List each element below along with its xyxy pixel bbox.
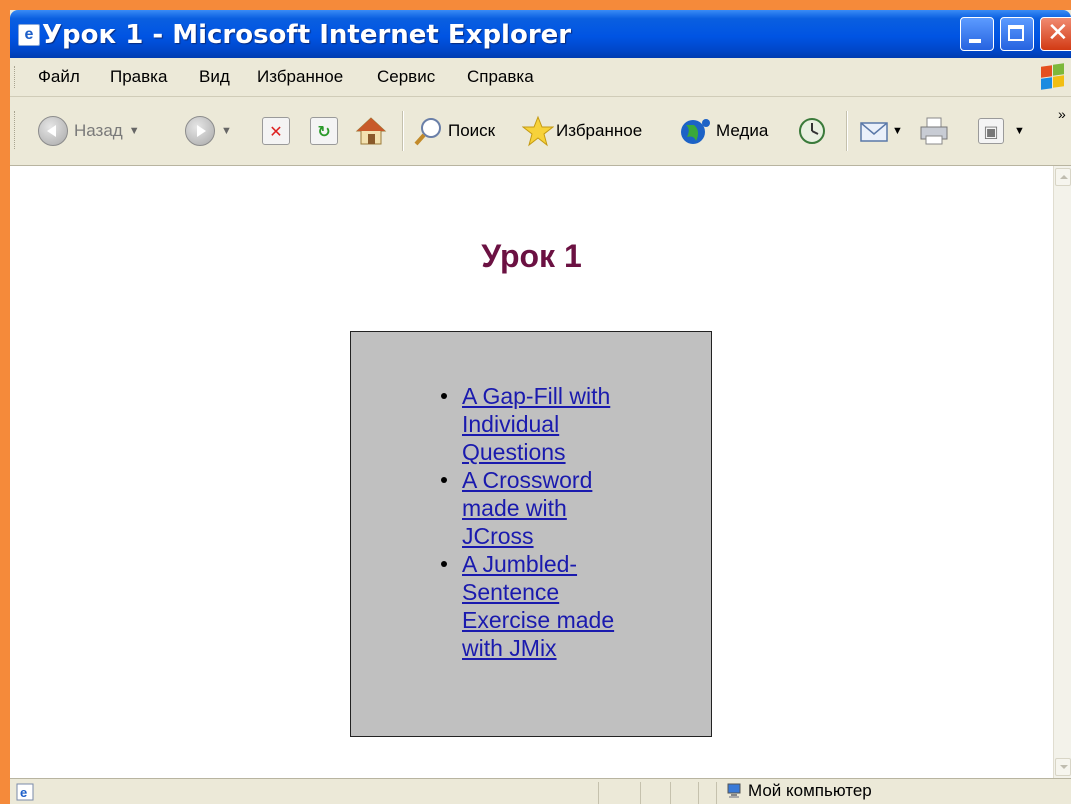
maximize-button[interactable] [1000,17,1034,51]
close-icon: ✕ [1047,18,1069,48]
forward-button[interactable]: ▼ [185,115,232,147]
back-dropdown-icon[interactable]: ▼ [129,125,140,137]
minimize-button[interactable] [960,17,994,51]
search-icon [414,118,441,146]
jumbled-sentence-link[interactable]: A Jumbled-Sentence Exercise made with JM… [462,550,634,662]
stop-button[interactable]: ✕ [262,115,290,147]
windows-logo-icon [1040,63,1066,90]
status-pane-divider [670,782,671,804]
back-arrow-icon [38,116,68,146]
history-button[interactable] [796,115,828,147]
menu-edit[interactable]: Правка [110,67,167,87]
my-computer-icon [727,783,741,798]
back-label: Назад [74,121,123,140]
browser-window: e Урок 1 - Microsoft Internet Explorer ✕… [10,10,1071,804]
search-label: Поиск [448,121,496,140]
standard-toolbar: Назад ▼ ▼ ✕ ↻ Поиск Избранное Медиа ▼ ▣ … [10,97,1071,166]
toolbar-overflow-button[interactable]: » [1058,105,1066,123]
list-item: A Crossword made with JCross [441,466,634,550]
print-button[interactable] [918,115,952,147]
menu-bar: Файл Правка Вид Избранное Сервис Справка [10,58,1071,97]
title-bar[interactable]: e Урок 1 - Microsoft Internet Explorer ✕ [10,10,1071,58]
security-zone: Мой компьютер [726,781,872,801]
home-icon [355,117,387,145]
home-button[interactable] [354,115,388,147]
list-item: A Gap-Fill with Individual Questions [441,382,634,466]
menu-grip [14,66,17,88]
status-bar: e Мой компьютер [10,778,1071,804]
exercise-link-box: A Gap-Fill with Individual Questions A C… [350,331,712,737]
close-button[interactable]: ✕ [1040,17,1071,51]
toolbar-grip [14,111,17,149]
scroll-down-button[interactable] [1055,758,1071,776]
mail-dropdown-icon[interactable]: ▼ [892,125,903,137]
exercise-link-list: A Gap-Fill with Individual Questions A C… [441,382,634,662]
media-globe-icon [681,119,710,144]
favorites-button[interactable]: Избранное [522,115,642,147]
gap-fill-link[interactable]: A Gap-Fill with Individual Questions [462,382,634,466]
menu-file[interactable]: Файл [38,67,80,87]
menu-favorites[interactable]: Избранное [257,67,343,87]
forward-arrow-icon [185,116,215,146]
svg-text:e: e [20,785,27,800]
status-pane-divider [640,782,641,804]
media-button[interactable]: Медиа [678,115,768,147]
back-button[interactable]: Назад ▼ [38,115,140,147]
history-icon [799,118,825,144]
list-item: A Jumbled-Sentence Exercise made with JM… [441,550,634,662]
edit-icon: ▣ [978,118,1004,144]
star-icon [522,115,554,147]
toolbar-separator [402,111,404,151]
edit-button[interactable]: ▣ ▼ [978,115,1025,147]
menu-help[interactable]: Справка [467,67,534,87]
printer-icon [920,117,948,145]
toolbar-separator [846,111,848,151]
ie-page-status-icon: e [16,783,34,801]
scroll-up-button[interactable] [1055,168,1071,186]
window-title: Урок 1 - Microsoft Internet Explorer [42,20,572,50]
page-title: Урок 1 [481,238,582,274]
forward-dropdown-icon[interactable]: ▼ [221,125,232,137]
page-content: Урок 1 A Gap-Fill with Individual Questi… [10,166,1053,778]
status-pane-divider [698,782,699,804]
status-pane-divider [598,782,599,804]
mail-icon [860,122,888,142]
vertical-scrollbar[interactable] [1053,166,1071,778]
favorites-label: Избранное [556,121,643,140]
search-button[interactable]: Поиск [412,115,495,147]
status-pane-divider [716,782,717,804]
ie-page-icon: e [18,24,40,46]
refresh-icon: ↻ [310,117,338,145]
mail-button[interactable]: ▼ [858,115,903,147]
media-label: Медиа [716,121,769,140]
bullet-icon [441,477,447,483]
refresh-button[interactable]: ↻ [310,115,338,147]
edit-dropdown-icon[interactable]: ▼ [1014,125,1025,137]
menu-tools[interactable]: Сервис [377,67,435,87]
menu-view[interactable]: Вид [199,67,230,87]
bullet-icon [441,561,447,567]
stop-icon: ✕ [262,117,290,145]
zone-label: Мой компьютер [748,781,872,800]
crossword-link[interactable]: A Crossword made with JCross [462,466,634,550]
bullet-icon [441,393,447,399]
